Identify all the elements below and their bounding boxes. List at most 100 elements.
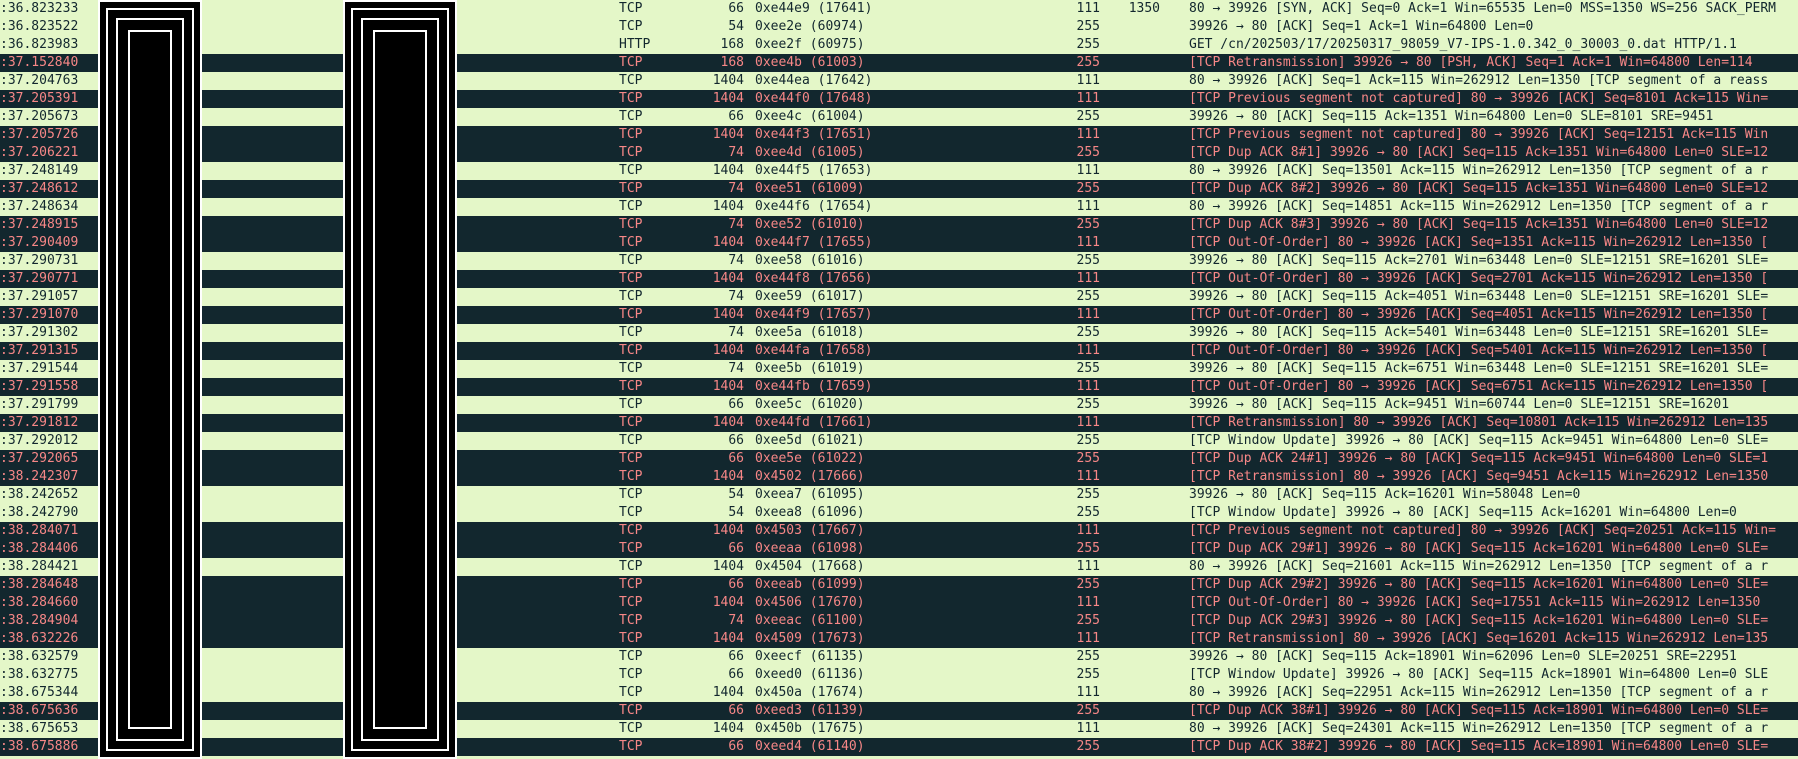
- packet-protocol: TCP: [619, 289, 643, 304]
- packet-ip-id: 0xee5c (61020): [755, 397, 865, 412]
- packet-window: [1110, 36, 1160, 54]
- packet-row[interactable]: :37.291315 TCP 1404 0xe44fa (17658) 111 [TCP …: [0, 342, 1798, 360]
- packet-row[interactable]: :37.292065 TCP 66 0xee5e (61022) 255 [TCP Dup…: [0, 450, 1798, 468]
- packet-row[interactable]: :38.675344 TCP 1404 0x450a (17674) 111 80 → 3…: [0, 684, 1798, 702]
- packet-ip-id: 0xee51 (61009): [755, 181, 865, 196]
- packet-row[interactable]: :37.290731 TCP 74 0xee58 (61016) 255 39926 → …: [0, 252, 1798, 270]
- packet-row[interactable]: :38.632226 TCP 1404 0x4509 (17673) 111 [TCP R…: [0, 630, 1798, 648]
- packet-time: :38.284421: [0, 559, 79, 574]
- packet-row[interactable]: :37.206221 TCP 74 0xee4d (61005) 255 [TCP Dup…: [0, 144, 1798, 162]
- packet-protocol: TCP: [619, 451, 643, 466]
- packet-row[interactable]: :36.823983 HTTP 168 0xee2f (60975) 255 GET /c…: [0, 36, 1798, 54]
- packet-row[interactable]: :37.205391 TCP 1404 0xe44f0 (17648) 111 [TCP …: [0, 90, 1798, 108]
- packet-row[interactable]: :38.242652 TCP 54 0xeea7 (61095) 255 39926 → …: [0, 486, 1798, 504]
- packet-info: 80 → 39926 [SYN, ACK] Seq=0 Ack=1 Win=65…: [1189, 1, 1776, 16]
- packet-row[interactable]: :37.291057 TCP 74 0xee59 (61017) 255 39926 → …: [0, 288, 1798, 306]
- packet-length: 1404: [712, 73, 744, 88]
- packet-row[interactable]: :38.632579 TCP 66 0xeecf (61135) 255 39926 → …: [0, 648, 1798, 666]
- packet-time: :38.632226: [0, 631, 79, 646]
- packet-row[interactable]: :38.284406 TCP 66 0xeeaa (61098) 255 [TCP Dup…: [0, 540, 1798, 558]
- packet-row[interactable]: :37.291544 TCP 74 0xee5b (61019) 255 39926 → …: [0, 360, 1798, 378]
- packet-ttl: 111: [1076, 235, 1100, 250]
- packet-info: [TCP Window Update] 39926 → 80 [ACK] Seq…: [1189, 505, 1737, 520]
- packet-info: 39926 → 80 [ACK] Seq=115 Ack=6751 Win=63…: [1189, 361, 1769, 376]
- packet-ttl: 111: [1076, 721, 1100, 736]
- packet-row[interactable]: :38.284648 TCP 66 0xeeab (61099) 255 [TCP Dup…: [0, 576, 1798, 594]
- redaction-block-destination: [343, 0, 457, 759]
- packet-row[interactable]: :38.284904 TCP 74 0xeeac (61100) 255 [TCP Dup…: [0, 612, 1798, 630]
- packet-time: :37.290409: [0, 235, 79, 250]
- packet-row[interactable]: :38.242790 TCP 54 0xeea8 (61096) 255 [TCP Win…: [0, 504, 1798, 522]
- packet-row[interactable]: :37.205726 TCP 1404 0xe44f3 (17651) 111 [TCP …: [0, 126, 1798, 144]
- packet-ttl: 111: [1076, 91, 1100, 106]
- packet-length: 1404: [712, 307, 744, 322]
- packet-row[interactable]: :37.290409 TCP 1404 0xe44f7 (17655) 111 [TCP …: [0, 234, 1798, 252]
- packet-row[interactable]: :38.284660 TCP 1404 0x4506 (17670) 111 [TCP O…: [0, 594, 1798, 612]
- packet-row[interactable]: :37.291070 TCP 1404 0xe44f9 (17657) 111 [TCP …: [0, 306, 1798, 324]
- packet-row[interactable]: :37.248915 TCP 74 0xee52 (61010) 255 [TCP Dup…: [0, 216, 1798, 234]
- packet-info: 80 → 39926 [ACK] Seq=13501 Ack=115 Win=2…: [1189, 163, 1769, 178]
- packet-row[interactable]: :38.675636 TCP 66 0xeed3 (61139) 255 [TCP Dup…: [0, 702, 1798, 720]
- packet-protocol: TCP: [619, 649, 643, 664]
- packet-row[interactable]: :37.290771 TCP 1404 0xe44f8 (17656) 111 [TCP …: [0, 270, 1798, 288]
- packet-row[interactable]: :37.205673 TCP 66 0xee4c (61004) 255 39926 → …: [0, 108, 1798, 126]
- packet-info: [TCP Dup ACK 24#1] 39926 → 80 [ACK] Seq=…: [1189, 451, 1769, 466]
- packet-time: :38.242790: [0, 505, 79, 520]
- packet-info: [TCP Window Update] 39926 → 80 [ACK] Seq…: [1189, 433, 1769, 448]
- packet-ttl: 255: [1076, 739, 1100, 754]
- packet-length: 66: [728, 703, 744, 718]
- packet-row[interactable]: :38.675886 TCP 66 0xeed4 (61140) 255 [TCP Dup…: [0, 738, 1798, 756]
- packet-row[interactable]: :36.823233 TCP 66 0xe44e9 (17641) 111 1350 80 …: [0, 0, 1798, 18]
- packet-ttl: 111: [1076, 559, 1100, 574]
- packet-row[interactable]: :37.152840 TCP 168 0xee4b (61003) 255 [TCP Re…: [0, 54, 1798, 72]
- packet-row[interactable]: :36.823522 TCP 54 0xee2e (60974) 255 39926 → …: [0, 18, 1798, 36]
- packet-row[interactable]: :37.248634 TCP 1404 0xe44f6 (17654) 111 80 → …: [0, 198, 1798, 216]
- packet-length: 1404: [712, 163, 744, 178]
- packet-window: [1110, 594, 1160, 612]
- packet-ttl: 111: [1076, 271, 1100, 286]
- packet-ttl: 111: [1076, 469, 1100, 484]
- packet-row[interactable]: :37.248149 TCP 1404 0xe44f5 (17653) 111 80 → …: [0, 162, 1798, 180]
- packet-row[interactable]: :37.292012 TCP 66 0xee5d (61021) 255 [TCP Win…: [0, 432, 1798, 450]
- packet-length: 1404: [712, 469, 744, 484]
- packet-row[interactable]: :37.291558 TCP 1404 0xe44fb (17659) 111 [TCP …: [0, 378, 1798, 396]
- packet-row[interactable]: :38.632775 TCP 66 0xeed0 (61136) 255 [TCP Win…: [0, 666, 1798, 684]
- packet-row[interactable]: :38.675653 TCP 1404 0x450b (17675) 111 80 → 3…: [0, 720, 1798, 738]
- packet-row[interactable]: :37.291799 TCP 66 0xee5c (61020) 255 39926 → …: [0, 396, 1798, 414]
- packet-time: :38.284904: [0, 613, 79, 628]
- packet-length: 1404: [712, 559, 744, 574]
- packet-length: 66: [728, 649, 744, 664]
- packet-protocol: TCP: [619, 631, 643, 646]
- packet-ip-id: 0xee4b (61003): [755, 55, 865, 70]
- packet-time: :37.291812: [0, 415, 79, 430]
- packet-ttl: 111: [1076, 523, 1100, 538]
- packet-ip-id: 0xe44f7 (17655): [755, 235, 873, 250]
- packet-row[interactable]: :37.248612 TCP 74 0xee51 (61009) 255 [TCP Dup…: [0, 180, 1798, 198]
- packet-length: 66: [728, 451, 744, 466]
- packet-info: 39926 → 80 [ACK] Seq=115 Ack=9451 Win=60…: [1189, 397, 1730, 412]
- packet-ttl: 255: [1076, 55, 1100, 70]
- packet-length: 74: [728, 289, 744, 304]
- packet-time: :38.284406: [0, 541, 79, 556]
- packet-row[interactable]: :38.284421 TCP 1404 0x4504 (17668) 111 80 → 3…: [0, 558, 1798, 576]
- packet-window: [1110, 54, 1160, 72]
- packet-row[interactable]: :37.204763 TCP 1404 0xe44ea (17642) 111 80 → …: [0, 72, 1798, 90]
- packet-row[interactable]: :37.291812 TCP 1404 0xe44fd (17661) 111 [TCP …: [0, 414, 1798, 432]
- packet-info: 39926 → 80 [ACK] Seq=115 Ack=4051 Win=63…: [1189, 289, 1769, 304]
- packet-protocol: TCP: [619, 1, 643, 16]
- packet-ip-id: 0xee2e (60974): [755, 19, 865, 34]
- packet-list[interactable]: :36.823233 TCP 66 0xe44e9 (17641) 111 1350 80 …: [0, 0, 1798, 759]
- packet-window: [1110, 126, 1160, 144]
- packet-time: :37.291070: [0, 307, 79, 322]
- packet-protocol: TCP: [619, 487, 643, 502]
- packet-protocol: TCP: [619, 613, 643, 628]
- packet-protocol: TCP: [619, 307, 643, 322]
- packet-ip-id: 0xeea7 (61095): [755, 487, 865, 502]
- packet-row[interactable]: :37.291302 TCP 74 0xee5a (61018) 255 39926 → …: [0, 324, 1798, 342]
- packet-length: 66: [728, 667, 744, 682]
- packet-length: 1404: [712, 415, 744, 430]
- packet-row[interactable]: :38.242307 TCP 1404 0x4502 (17666) 111 [TCP R…: [0, 468, 1798, 486]
- packet-ttl: 255: [1076, 703, 1100, 718]
- packet-row[interactable]: :38.284071 TCP 1404 0x4503 (17667) 111 [TCP P…: [0, 522, 1798, 540]
- packet-time: :37.204763: [0, 73, 79, 88]
